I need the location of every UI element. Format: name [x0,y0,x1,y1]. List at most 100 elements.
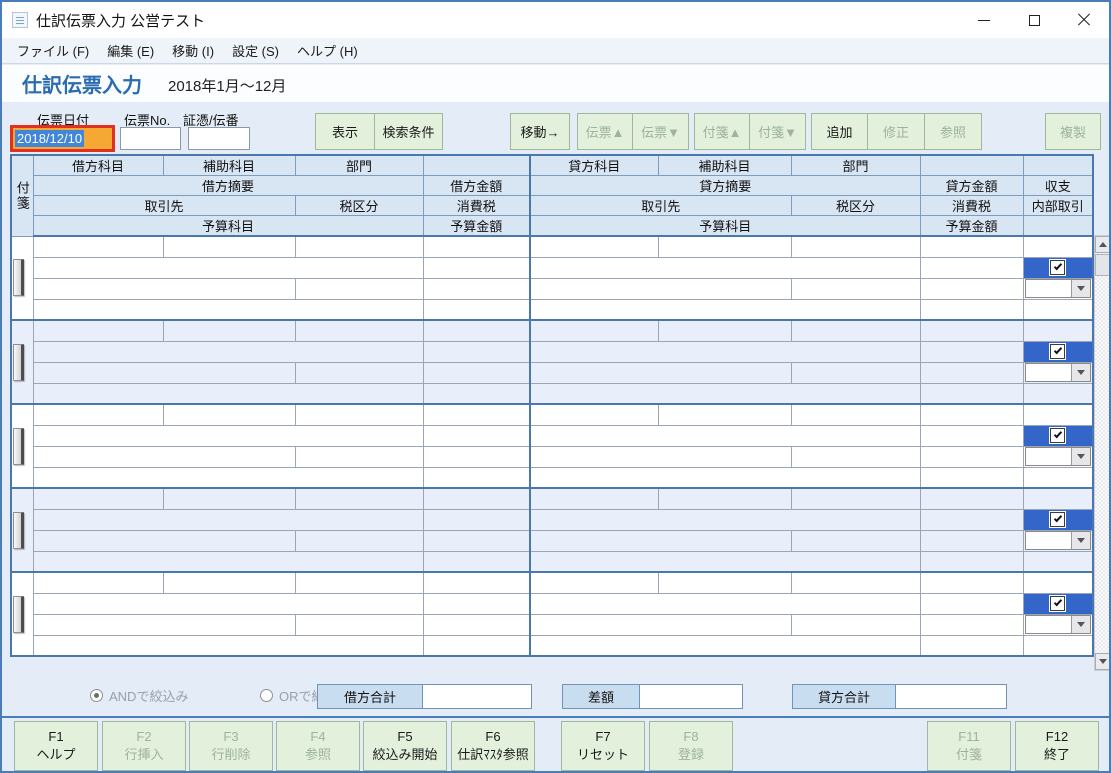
fusen-tag-icon[interactable] [13,259,24,296]
credit-total-value[interactable] [896,685,1006,708]
credit-summary-cell[interactable] [530,257,920,278]
dropdown-arrow-button[interactable] [1071,280,1090,297]
debit-account-cell[interactable] [33,404,163,425]
debit-tax-cell[interactable] [423,530,530,551]
credit-summary-cell[interactable] [530,425,920,446]
debit-budget-amount-cell[interactable] [423,299,530,320]
credit-tax-cell[interactable] [920,446,1023,467]
balance-checkbox[interactable] [1050,512,1065,527]
balance-checkbox-cell[interactable] [1023,593,1093,614]
fusen-tag-icon[interactable] [13,512,24,549]
debit-budget-cell[interactable] [33,551,423,572]
f12-exit-button[interactable]: F12終了 [1015,721,1099,771]
dropdown-arrow-button[interactable] [1071,616,1090,633]
credit-tax-cell[interactable] [920,614,1023,635]
credit-tax-class-cell[interactable] [791,614,920,635]
fusen-prev-button[interactable]: 付箋▲ [694,113,750,150]
credit-budget-amount-cell[interactable] [920,467,1023,488]
debit-budget-cell[interactable] [33,383,423,404]
f2-insert-row-button[interactable]: F2行挿入 [102,721,186,771]
menu-edit[interactable]: 編集 (E) [98,37,163,64]
move-to-button[interactable]: 移動→ [510,113,570,150]
f6-journal-master-button[interactable]: F6仕訳ﾏｽﾀ参照 [451,721,535,771]
f4-reference-button[interactable]: F4参照 [276,721,360,771]
balance-checkbox-cell[interactable] [1023,341,1093,362]
credit-budget-amount-cell[interactable] [920,551,1023,572]
debit-summary-cell[interactable] [33,341,423,362]
balance-checkbox[interactable] [1050,428,1065,443]
credit-sub-account-cell[interactable] [658,404,791,425]
credit-account-cell[interactable] [530,236,658,257]
voucher-next-button[interactable]: 伝票▼ [633,113,689,150]
fusen-cell[interactable] [11,320,33,404]
credit-dept-cell[interactable] [791,572,920,593]
debit-summary-cell[interactable] [33,509,423,530]
debit-budget-amount-cell[interactable] [423,383,530,404]
internal-tx-dropdown[interactable] [1025,447,1092,466]
reference-button[interactable]: 参照 [925,113,982,150]
credit-tax-class-cell[interactable] [791,530,920,551]
debit-budget-amount-cell[interactable] [423,635,530,656]
credit-partner-cell[interactable] [530,446,791,467]
credit-tax-cell[interactable] [920,278,1023,299]
debit-amount-cell[interactable] [423,341,530,362]
fusen-cell[interactable] [11,488,33,572]
f11-fusen-button[interactable]: F11付箋 [927,721,1011,771]
debit-sub-account-cell[interactable] [163,236,295,257]
f5-filter-start-button[interactable]: F5絞込み開始 [363,721,447,771]
f8-register-button[interactable]: F8登録 [649,721,733,771]
debit-tax-class-cell[interactable] [295,446,423,467]
voucher-no-input[interactable] [120,127,181,150]
debit-sub-account-cell[interactable] [163,488,295,509]
credit-account-cell[interactable] [530,320,658,341]
credit-dept-cell[interactable] [791,320,920,341]
debit-account-cell[interactable] [33,488,163,509]
and-filter-radio[interactable]: ANDで絞込み [90,686,188,705]
debit-total-value[interactable] [423,685,531,708]
credit-tax-class-cell[interactable] [791,362,920,383]
credit-amount-cell[interactable] [920,425,1023,446]
dropdown-arrow-button[interactable] [1071,364,1090,381]
credit-sub-account-cell[interactable] [658,320,791,341]
credit-amount-cell[interactable] [920,341,1023,362]
credit-tax-class-cell[interactable] [791,446,920,467]
credit-amount-cell[interactable] [920,593,1023,614]
credit-sub-account-cell[interactable] [658,572,791,593]
fusen-tag-icon[interactable] [13,428,24,465]
balance-checkbox[interactable] [1050,596,1065,611]
credit-account-cell[interactable] [530,404,658,425]
debit-tax-cell[interactable] [423,614,530,635]
debit-sub-account-cell[interactable] [163,572,295,593]
debit-budget-amount-cell[interactable] [423,467,530,488]
debit-tax-class-cell[interactable] [295,362,423,383]
fusen-next-button[interactable]: 付箋▼ [750,113,806,150]
credit-budget-amount-cell[interactable] [920,635,1023,656]
f3-delete-row-button[interactable]: F3行削除 [189,721,273,771]
dropdown-arrow-button[interactable] [1071,448,1090,465]
balance-checkbox-cell[interactable] [1023,257,1093,278]
vertical-scrollbar[interactable] [1094,235,1111,671]
internal-tx-dropdown[interactable] [1025,279,1092,298]
credit-account-cell[interactable] [530,572,658,593]
menu-help[interactable]: ヘルプ (H) [288,37,367,64]
balance-checkbox[interactable] [1050,344,1065,359]
minimize-button[interactable] [959,2,1009,38]
credit-sub-account-cell[interactable] [658,488,791,509]
fusen-cell[interactable] [11,404,33,488]
debit-tax-class-cell[interactable] [295,278,423,299]
edit-button[interactable]: 修正 [868,113,925,150]
credit-partner-cell[interactable] [530,614,791,635]
debit-partner-cell[interactable] [33,278,295,299]
f7-reset-button[interactable]: F7リセット [561,721,645,771]
balance-checkbox[interactable] [1050,260,1065,275]
credit-summary-cell[interactable] [530,593,920,614]
display-button[interactable]: 表示 [315,113,375,150]
debit-partner-cell[interactable] [33,614,295,635]
duplicate-button[interactable]: 複製 [1045,113,1101,150]
credit-budget-cell[interactable] [530,383,920,404]
close-button[interactable] [1059,2,1109,38]
fusen-cell[interactable] [11,572,33,656]
difference-value[interactable] [640,685,742,708]
scroll-up-button[interactable] [1095,236,1111,253]
dropdown-arrow-button[interactable] [1071,532,1090,549]
